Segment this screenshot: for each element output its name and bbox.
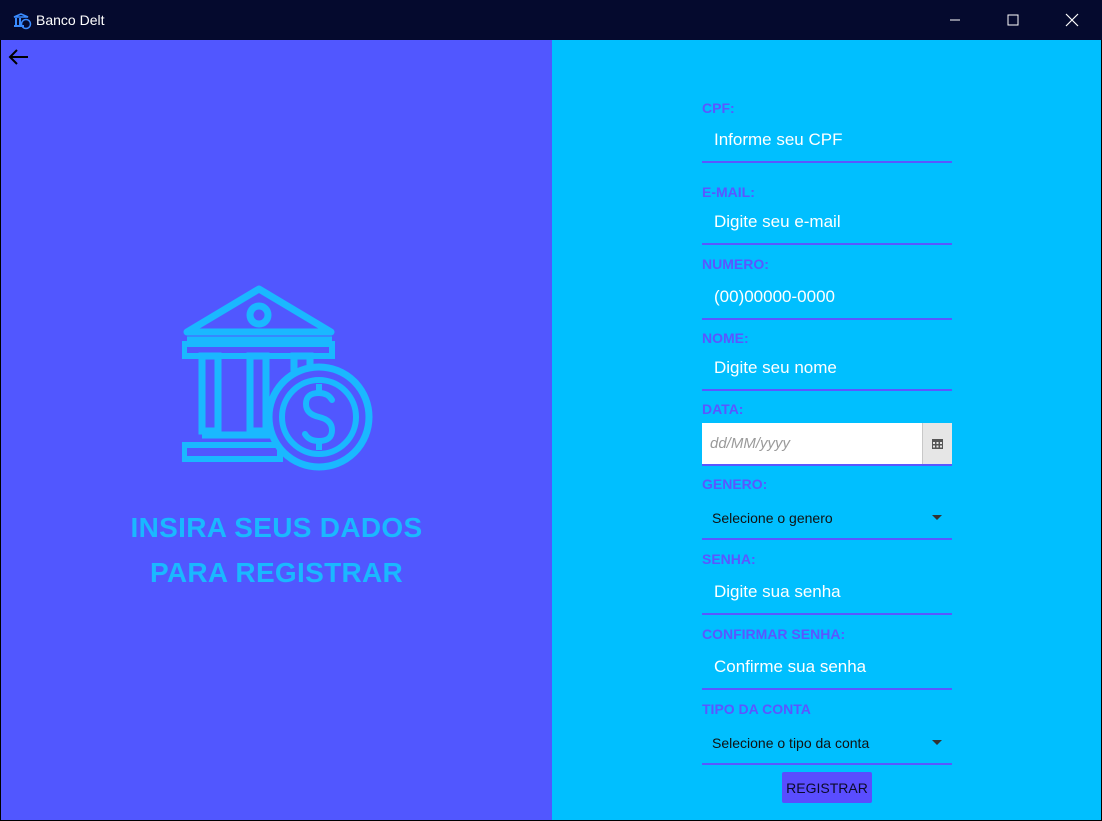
back-arrow-icon[interactable] xyxy=(7,48,29,66)
chevron-down-icon xyxy=(932,740,942,745)
chevron-down-icon xyxy=(932,515,942,520)
senha-label: SENHA: xyxy=(702,551,756,567)
calendar-icon xyxy=(932,438,943,449)
maximize-button[interactable] xyxy=(984,0,1042,40)
nome-label: NOME: xyxy=(702,330,749,346)
numero-label: NUMERO: xyxy=(702,256,769,272)
minimize-button[interactable] xyxy=(926,0,984,40)
cpf-input[interactable] xyxy=(702,119,952,163)
app-logo-icon xyxy=(13,13,32,30)
window-title: Banco Delt xyxy=(36,12,105,28)
bank-dollar-icon xyxy=(182,285,373,471)
title-bar: Banco Delt xyxy=(0,0,1102,40)
tipo-conta-select[interactable]: Selecione o tipo da conta xyxy=(702,723,952,765)
cpf-label: CPF: xyxy=(702,100,735,116)
close-icon xyxy=(1065,13,1079,27)
nome-input[interactable] xyxy=(702,347,952,391)
date-placeholder: dd/MM/yyyy xyxy=(710,435,791,452)
intro-headline-line1: INSIRA SEUS DADOS xyxy=(130,512,423,543)
register-button[interactable]: REGISTRAR xyxy=(782,772,872,803)
confirmar-senha-input[interactable] xyxy=(702,646,952,690)
maximize-icon xyxy=(1007,14,1019,26)
minimize-icon xyxy=(950,19,960,21)
tipo-conta-selected: Selecione o tipo da conta xyxy=(712,735,870,751)
registration-form: CPF: E-MAIL: NUMERO: NOME: DATA: dd/MM/y… xyxy=(552,40,1101,820)
email-label: E-MAIL: xyxy=(702,184,755,200)
senha-input[interactable] xyxy=(702,571,952,615)
genero-selected: Selecione o genero xyxy=(712,510,833,526)
confirmar-senha-label: CONFIRMAR SENHA: xyxy=(702,626,846,642)
email-input[interactable] xyxy=(702,201,952,245)
genero-select[interactable]: Selecione o genero xyxy=(702,498,952,540)
intro-headline-line2: PARA REGISTRAR xyxy=(149,557,404,588)
calendar-button[interactable] xyxy=(922,423,952,464)
close-button[interactable] xyxy=(1043,0,1101,40)
intro-panel: INSIRA SEUS DADOS PARA REGISTRAR xyxy=(1,40,552,820)
date-picker[interactable]: dd/MM/yyyy xyxy=(702,423,952,466)
tipo-conta-label: TIPO DA CONTA xyxy=(702,701,811,717)
data-label: DATA: xyxy=(702,401,744,417)
numero-input[interactable] xyxy=(702,276,952,320)
genero-label: GENERO: xyxy=(702,476,768,492)
